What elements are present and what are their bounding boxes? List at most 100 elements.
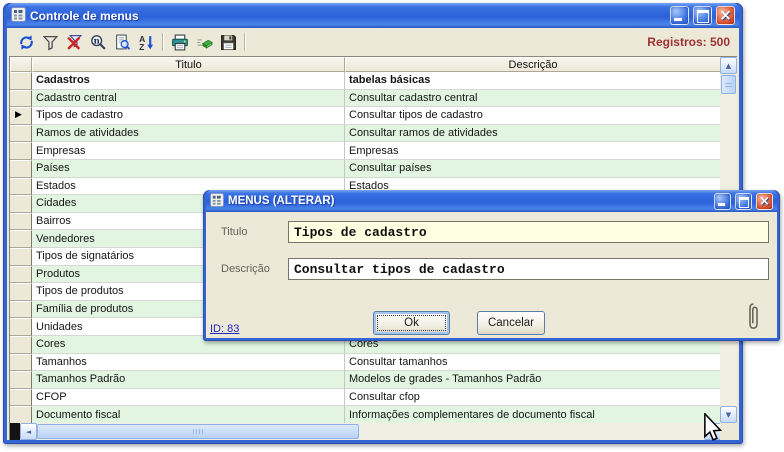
table-row[interactable]: Tamanhos Padrão Modelos de grades - Taman… [10, 371, 721, 389]
cell-titulo[interactable]: Documento fiscal [32, 406, 345, 423]
desktop: Controle de menus n [0, 0, 784, 452]
ok-button[interactable]: Ok [373, 311, 450, 335]
svg-text:Z: Z [139, 41, 144, 50]
find-icon[interactable]: n [86, 31, 110, 53]
vertical-scroll-thumb[interactable] [721, 75, 736, 94]
scroll-left-icon[interactable]: ◄ [20, 423, 37, 440]
records-count: Registros: 500 [647, 35, 730, 49]
dialog-minimize-button[interactable] [714, 192, 731, 210]
clear-filter-icon[interactable] [62, 31, 86, 53]
current-row-marker: ▶ [15, 110, 22, 121]
toolbar: n AZ Registros: 500 [7, 28, 739, 56]
cell-descricao[interactable]: Consultar tamanhos [345, 353, 721, 372]
cell-titulo[interactable]: Países [32, 159, 345, 178]
row-selector[interactable] [10, 388, 32, 407]
table-row[interactable]: Empresas Empresas [10, 142, 721, 160]
close-button[interactable] [716, 6, 735, 25]
row-selector[interactable] [10, 177, 32, 196]
row-selector[interactable] [10, 318, 32, 336]
row-selector[interactable] [10, 265, 32, 284]
scrollbar-corner [720, 423, 737, 440]
cell-titulo[interactable]: Tipos de cadastro [32, 107, 345, 125]
cell-descricao[interactable]: Consultar ramos de atividades [345, 124, 721, 143]
refresh-icon[interactable] [14, 31, 38, 53]
menus-alterar-dialog: MENUS (ALTERAR) Titulo Descrição Ok Canc… [203, 190, 780, 341]
app-icon [11, 6, 26, 25]
row-selector[interactable] [10, 353, 32, 372]
table-row[interactable]: Cadastro central Consultar cadastro centr… [10, 89, 721, 108]
preview-icon[interactable] [110, 31, 134, 53]
main-titlebar[interactable]: Controle de menus [7, 3, 739, 28]
print-icon[interactable] [168, 31, 192, 53]
scroll-down-icon[interactable]: ▼ [720, 406, 737, 423]
header-gutter [10, 57, 32, 72]
cell-descricao[interactable]: Consultar cadastro central [345, 89, 721, 108]
export-icon[interactable] [192, 31, 216, 53]
cell-descricao[interactable]: Informações complementares de documento … [345, 406, 721, 423]
cell-titulo[interactable]: Tamanhos Padrão [32, 371, 345, 389]
row-selector[interactable] [10, 283, 32, 301]
cell-descricao[interactable]: Consultar tipos de cadastro [345, 107, 721, 125]
cell-titulo[interactable]: Ramos de atividades [32, 124, 345, 143]
scroll-up-icon[interactable]: ▲ [720, 57, 737, 74]
dialog-icon [210, 192, 224, 210]
cell-titulo[interactable]: Tamanhos [32, 353, 345, 372]
row-selector[interactable] [10, 335, 32, 354]
window-title: Controle de menus [30, 8, 139, 23]
cell-titulo[interactable]: Cadastro central [32, 89, 345, 108]
descricao-field[interactable] [288, 258, 769, 280]
cell-descricao[interactable]: Consultar cfop [345, 388, 721, 407]
dialog-maximize-button[interactable] [735, 192, 752, 210]
row-selector[interactable] [10, 195, 32, 213]
row-selector[interactable] [10, 230, 32, 248]
dialog-titlebar[interactable]: MENUS (ALTERAR) [206, 190, 777, 212]
svg-text:n: n [93, 36, 99, 46]
row-selector[interactable] [10, 159, 32, 178]
maximize-button[interactable] [693, 6, 712, 25]
row-selector[interactable] [10, 300, 32, 319]
dialog-close-button[interactable] [756, 192, 773, 210]
cell-titulo[interactable]: CFOP [32, 388, 345, 407]
row-selector[interactable] [10, 247, 32, 266]
row-selector[interactable] [10, 124, 32, 143]
column-header-titulo[interactable]: Titulo [32, 57, 345, 72]
cell-descricao[interactable]: tabelas básicas [345, 72, 721, 90]
grid-size-box [10, 423, 20, 440]
row-selector[interactable] [10, 406, 32, 423]
minimize-button[interactable] [670, 6, 689, 25]
cell-descricao[interactable]: Modelos de grades - Tamanhos Padrão [345, 371, 721, 389]
table-row[interactable]: Ramos de atividades Consultar ramos de at… [10, 124, 721, 143]
row-selector[interactable]: ▶ [10, 107, 32, 125]
paperclip-icon[interactable] [747, 302, 760, 335]
toolbar-separator [162, 33, 164, 51]
row-selector[interactable] [10, 212, 32, 231]
dialog-title: MENUS (ALTERAR) [228, 195, 335, 207]
cell-titulo[interactable]: Empresas [32, 142, 345, 160]
titulo-field[interactable] [288, 221, 769, 243]
column-header-descricao[interactable]: Descrição [345, 57, 721, 72]
table-row[interactable]: Cadastros tabelas básicas [10, 72, 721, 90]
sort-az-icon[interactable]: AZ [134, 31, 158, 53]
cell-titulo[interactable]: Cadastros [32, 72, 345, 90]
table-row[interactable]: ▶ Tipos de cadastro Consultar tipos de cad… [10, 107, 721, 125]
table-row[interactable]: Documento fiscal Informações complementar… [10, 406, 721, 423]
titulo-label: Titulo [221, 226, 248, 238]
row-selector[interactable] [10, 72, 32, 90]
toolbar-separator [244, 33, 246, 51]
horizontal-scrollbar[interactable]: ◄ ► [10, 423, 721, 440]
cell-descricao[interactable]: Empresas [345, 142, 721, 160]
table-row[interactable]: Países Consultar países [10, 159, 721, 178]
row-selector[interactable] [10, 89, 32, 108]
cancel-button[interactable]: Cancelar [477, 311, 545, 335]
filter-icon[interactable] [38, 31, 62, 53]
record-id-link[interactable]: ID: 83 [210, 323, 239, 335]
table-row[interactable]: Tamanhos Consultar tamanhos [10, 353, 721, 372]
row-selector[interactable] [10, 371, 32, 389]
dialog-body: Titulo Descrição Ok Cancelar ID: 83 [206, 212, 777, 338]
table-row[interactable]: CFOP Consultar cfop [10, 388, 721, 407]
horizontal-scroll-track[interactable] [37, 423, 704, 440]
cell-descricao[interactable]: Consultar países [345, 159, 721, 178]
save-icon[interactable] [216, 31, 240, 53]
horizontal-scroll-thumb[interactable] [37, 424, 359, 439]
row-selector[interactable] [10, 142, 32, 160]
